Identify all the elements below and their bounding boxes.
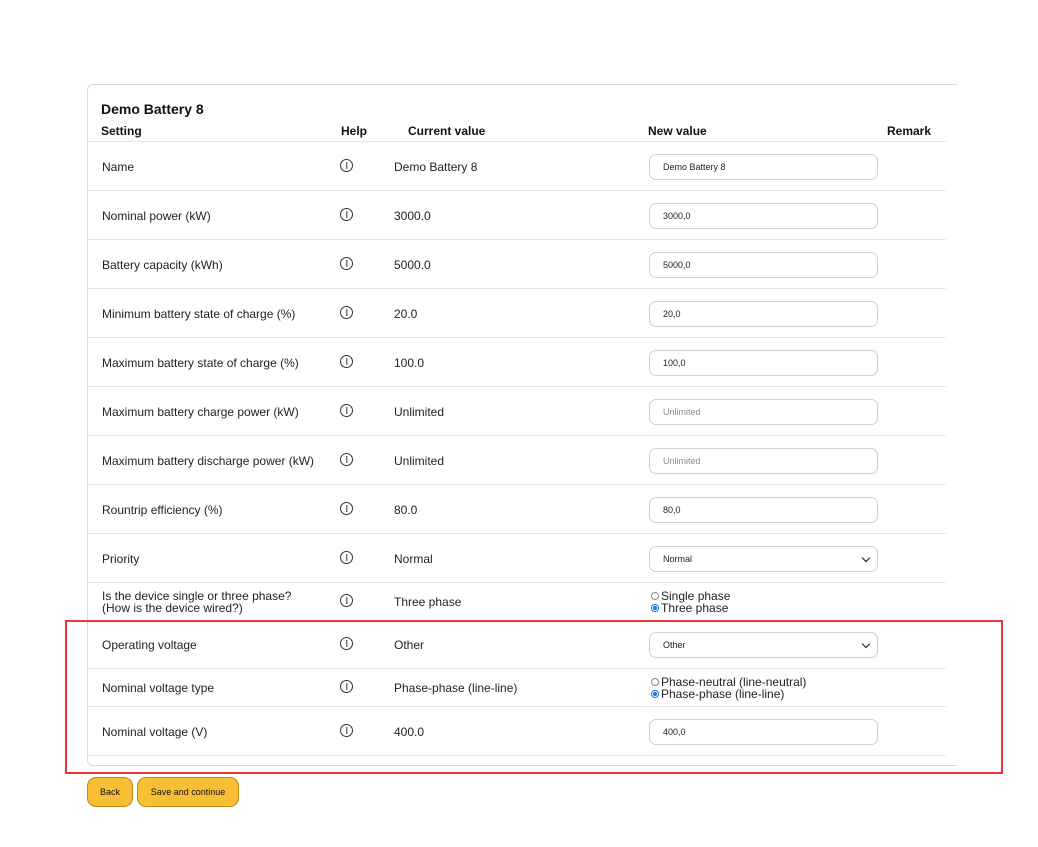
help-button[interactable]: [340, 256, 353, 273]
info-icon: [340, 452, 353, 466]
help-button[interactable]: [340, 452, 353, 469]
back-button[interactable]: Back: [87, 777, 133, 807]
radio-label: Three phase: [661, 601, 729, 615]
new-value-input[interactable]: [649, 398, 878, 425]
info-icon: [340, 403, 353, 417]
current-value: 3000.0: [394, 208, 431, 223]
select-value: Normal: [663, 553, 693, 564]
current-value: Three phase: [394, 595, 462, 609]
help-button[interactable]: [340, 354, 353, 371]
current-value: 100.0: [394, 355, 425, 370]
save-and-continue-button[interactable]: Save and continue: [137, 777, 239, 807]
help-button[interactable]: [340, 403, 353, 420]
new-value-input[interactable]: [649, 153, 878, 180]
help-button[interactable]: [340, 207, 353, 224]
help-button[interactable]: [340, 158, 353, 175]
setting-label: Maximum battery charge power (kW): [102, 404, 299, 419]
header-setting: Setting: [101, 124, 142, 138]
setting-label: Rountrip efficiency (%): [102, 502, 223, 517]
table-row: Maximum battery charge power (kW) Unlimit…: [88, 387, 946, 436]
table-row: Maximum battery state of charge (%) 100.0: [88, 338, 946, 387]
setting-label: Minimum battery state of charge (%): [102, 306, 296, 321]
current-value: 5000.0: [394, 257, 431, 272]
radio-group: Single phase Three phase: [651, 590, 730, 614]
table-row: Is the device single or three phase? (Ho…: [88, 583, 946, 621]
setting-label: Maximum battery discharge power (kW): [102, 453, 315, 468]
current-value: Unlimited: [394, 404, 445, 419]
info-icon: [340, 594, 353, 607]
chevron-down-icon: [861, 553, 871, 562]
new-value-select[interactable]: Normal: [649, 545, 878, 572]
radio-checked[interactable]: [651, 604, 659, 612]
setting-label: Battery capacity (kWh): [102, 257, 223, 272]
table-row: Minimum battery state of charge (%) 20.0: [88, 289, 946, 338]
setting-label: Name: [102, 159, 135, 174]
help-button[interactable]: [340, 550, 353, 567]
header-remark: Remark: [887, 124, 932, 138]
table-row: Name Demo Battery 8: [88, 142, 946, 191]
new-value-input[interactable]: [649, 349, 878, 376]
help-button[interactable]: [340, 305, 353, 322]
header-current-value: Current value: [408, 124, 486, 138]
info-icon: [340, 207, 353, 221]
current-value: Unlimited: [394, 453, 445, 468]
header-new-value: New value: [648, 124, 707, 138]
setting-label: Priority: [102, 551, 140, 566]
table-row: Battery capacity (kWh) 5000.0: [88, 240, 946, 289]
setting-label: Nominal power (kW): [102, 208, 211, 223]
current-value: Demo Battery 8: [394, 159, 478, 174]
radio-option[interactable]: Three phase: [651, 602, 730, 614]
setting-label: Maximum battery state of charge (%): [102, 355, 299, 370]
table-row: Priority Normal Normal: [88, 534, 946, 583]
setting-label: Is the device single or three phase? (Ho…: [102, 589, 292, 615]
current-value: 80.0: [394, 502, 418, 517]
highlight-box: [65, 620, 1003, 774]
table-row: Rountrip efficiency (%) 80.0: [88, 485, 946, 534]
table-row: Nominal power (kW) 3000.0: [88, 191, 946, 240]
new-value-input[interactable]: [649, 251, 878, 278]
current-value: 20.0: [394, 306, 418, 321]
help-button[interactable]: [340, 501, 353, 518]
info-icon: [340, 354, 353, 368]
info-icon: [340, 501, 353, 515]
help-button[interactable]: [340, 594, 353, 610]
header-help: Help: [341, 124, 368, 138]
table-row: Maximum battery discharge power (kW) Unli…: [88, 436, 946, 485]
panel-title: Demo Battery 8: [101, 101, 204, 117]
new-value-input[interactable]: [649, 447, 878, 474]
new-value-input[interactable]: [649, 300, 878, 327]
info-icon: [340, 256, 353, 270]
info-icon: [340, 550, 353, 564]
current-value: Normal: [394, 551, 433, 566]
new-value-input[interactable]: [649, 496, 878, 523]
radio-unchecked[interactable]: [651, 592, 659, 600]
new-value-input[interactable]: [649, 202, 878, 229]
info-icon: [340, 158, 353, 172]
info-icon: [340, 305, 353, 319]
